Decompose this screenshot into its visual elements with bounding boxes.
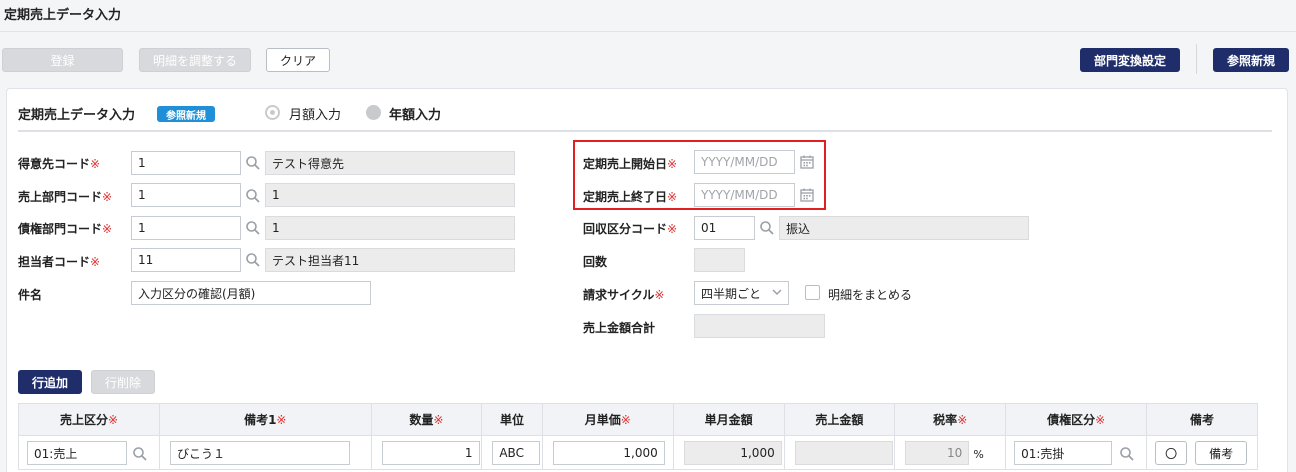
start-date-label: 定期売上開始日※ [583,157,678,171]
sales-amount-field [794,441,893,465]
claim-dept-code-label: 債権部門コード※ [18,222,113,236]
start-date-input[interactable]: YYYY/MM/DD [694,150,795,174]
cell-claim-type: 01:売掛 [1005,435,1148,470]
count-field [694,248,745,272]
header-note: 備考 [1146,403,1258,436]
add-row-button[interactable]: 行追加 [18,370,82,394]
note-button[interactable]: 備考 [1195,441,1248,465]
end-date-input[interactable]: YYYY/MM/DD [694,183,795,207]
claim-dept-code-input[interactable]: 1 [131,216,241,240]
cell-unit: ABC [481,435,543,470]
billing-cycle-label: 請求サイクル※ [583,288,665,302]
radio-annual-label: 年額入力 [389,108,442,123]
collection-code-input[interactable]: 01 [694,216,755,240]
circle-button[interactable]: 〇 [1155,441,1188,465]
cell-monthly-amount: 1,000 [672,435,785,470]
radio-monthly[interactable] [265,105,280,120]
table-row: 01:売上 びこう１ 1 ABC 1,000 1,000 10 % 01:売掛 … [17,435,1258,470]
staff-code-label: 担当者コード※ [18,255,101,269]
staff-code-input[interactable]: 11 [131,248,241,272]
search-icon[interactable] [245,155,261,171]
search-icon[interactable] [132,446,148,462]
tax-rate-field: 10 [905,441,970,465]
staff-name-field: テスト担当者11 [265,248,515,272]
cell-sales-amount [783,435,896,470]
cell-unit-price: 1,000 [541,435,674,470]
count-label: 回数 [583,255,608,269]
radio-annual[interactable] [366,105,381,120]
divider [18,130,1272,132]
register-button[interactable]: 登録 [2,48,123,72]
radio-monthly-label: 月額入力 [289,108,342,123]
calendar-icon[interactable] [799,187,815,203]
delete-row-button[interactable]: 行削除 [91,370,155,394]
adjust-details-button[interactable]: 明細を調整する [139,48,251,72]
dept-settings-button[interactable]: 部門変換設定 [1080,48,1180,72]
collection-code-label: 回収区分コード※ [583,222,678,236]
collection-name-field: 振込 [779,216,1029,240]
search-icon[interactable] [245,252,261,268]
sales-dept-name-field: 1 [265,183,515,207]
header-note1: 備考1※ [159,403,372,436]
subject-input[interactable]: 入力区分の確認(月額) [131,281,371,305]
customer-code-label: 得意先コード※ [18,157,101,171]
claim-type-input[interactable]: 01:売掛 [1014,441,1113,465]
calendar-icon[interactable] [799,154,815,170]
customer-code-input[interactable]: 1 [131,151,241,175]
header-sales-type: 売上区分※ [17,403,161,436]
table-header-row: 売上区分※ 備考1※ 数量※ 単位 月単価※ 単月金額 売上金額 税率※ 債権区分※ 備考 [17,403,1258,436]
claim-dept-name-field: 1 [265,216,515,240]
header-sales-amount: 売上金額 [783,403,896,436]
search-icon[interactable] [245,188,261,204]
cell-note: 〇 備考 [1146,435,1258,470]
section-title: 定期売上データ入力 [18,108,136,123]
search-icon[interactable] [1119,446,1135,462]
tax-unit: % [973,448,984,461]
sales-dept-code-label: 売上部門コード※ [18,190,113,204]
customer-name-field: テスト得意先 [265,151,515,175]
search-icon[interactable] [759,220,775,236]
detail-table: 売上区分※ 備考1※ 数量※ 単位 月単価※ 単月金額 売上金額 税率※ 債権区分※ 備考 01:… [17,403,1258,470]
header-quantity: 数量※ [370,403,483,436]
divider [0,31,1296,32]
cell-note1: びこう１ [159,435,372,470]
unit-input[interactable]: ABC [492,441,541,465]
clear-button[interactable]: クリア [266,48,330,72]
header-unit-price: 月単価※ [541,403,674,436]
ref-new-button[interactable]: 参照新規 [1213,48,1289,72]
unit-price-input[interactable]: 1,000 [552,441,665,465]
quantity-input[interactable]: 1 [381,441,480,465]
page-title: 定期売上データ入力 [4,8,122,23]
sales-total-label: 売上金額合計 [583,321,656,335]
end-date-label: 定期売上終了日※ [583,190,678,204]
merge-details-label: 明細をまとめる [828,288,913,302]
ref-new-badge: 参照新規 [157,106,215,122]
note1-input[interactable]: びこう１ [170,441,351,465]
header-unit: 単位 [481,403,543,436]
sales-type-input[interactable]: 01:売上 [27,441,127,465]
header-monthly-amount: 単月金額 [672,403,785,436]
chevron-down-icon [772,289,782,296]
header-claim-type: 債権区分※ [1005,403,1148,436]
sales-dept-code-input[interactable]: 1 [131,183,241,207]
cell-tax-rate: 10 % [894,435,1007,470]
header-tax-rate: 税率※ [894,403,1007,436]
monthly-amount-field: 1,000 [683,441,782,465]
cell-quantity: 1 [370,435,483,470]
subject-label: 件名 [18,288,43,302]
cell-sales-type: 01:売上 [17,435,161,470]
sales-total-field [694,314,825,338]
search-icon[interactable] [245,220,261,236]
divider [1196,44,1197,74]
merge-details-checkbox[interactable] [805,285,820,300]
